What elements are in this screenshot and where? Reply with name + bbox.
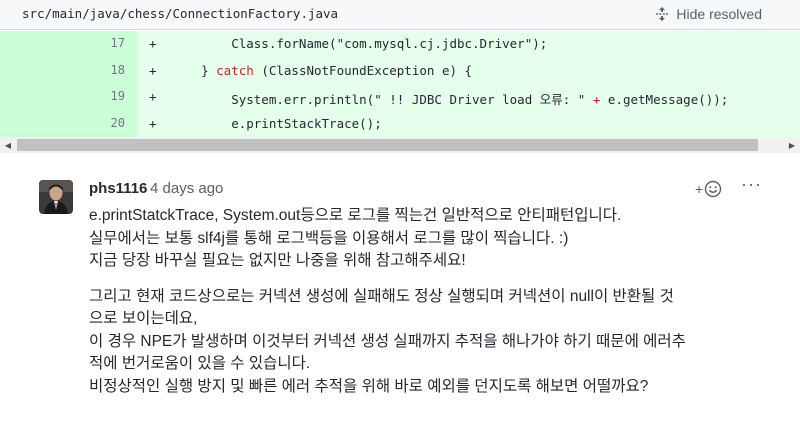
- diff-hunk: 17 + Class.forName("com.mysql.cj.jdbc.Dr…: [0, 31, 800, 137]
- diff-line: 19 + System.err.println(" !! JDBC Driver…: [0, 84, 800, 111]
- diff-line: 17 + Class.forName("com.mysql.cj.jdbc.Dr…: [0, 31, 800, 58]
- hide-resolved-button[interactable]: Hide resolved: [654, 4, 762, 24]
- review-comment: phs1116 4 days ago + ··· e.printStatckTr…: [0, 160, 800, 423]
- code-line: e.printStackTrace();: [171, 116, 382, 131]
- comment-line: 비정상적인 실행 방지 및 빠른 에러 추적을 위해 바로 예외를 던지도록 해…: [89, 377, 649, 395]
- comment-line: 그리고 현재 코드상으로는 커넥션 생성에 실패해도 정상 실행되며 커넥션이 …: [89, 287, 674, 305]
- code-line: System.err.println(" !! JDBC Driver load…: [171, 89, 728, 108]
- code-text: (ClassNotFoundException e) {: [253, 62, 473, 78]
- code-text: System.err.println(" !! JDBC Driver load…: [171, 92, 593, 107]
- addition-marker: +: [149, 115, 157, 131]
- comment-line: 이 경우 NPE가 발생하며 이것부터 커넥션 생성 실패까지 추적을 해나가야…: [89, 332, 686, 350]
- comment-author[interactable]: phs1116: [89, 180, 147, 197]
- avatar[interactable]: [39, 180, 73, 214]
- comment-timestamp[interactable]: 4 days ago: [150, 180, 223, 197]
- line-number[interactable]: 17: [95, 36, 125, 50]
- add-reaction-button[interactable]: +: [695, 178, 722, 200]
- comment-line: 지금 당장 바꾸실 필요는 없지만 나중을 위해 참고해주세요!: [89, 252, 466, 269]
- comment-body: e.printStatckTrace, System.out등으로 로그를 찍는…: [89, 205, 779, 398]
- line-number[interactable]: 18: [95, 63, 125, 77]
- code-line: } catch (ClassNotFoundException e) {: [171, 63, 472, 78]
- diff-line: 18 + } catch (ClassNotFoundException e) …: [0, 57, 800, 84]
- comment-line: e.printStatckTrace, System.out등으로 로그를 찍는…: [89, 207, 622, 224]
- scroll-left-arrow-icon[interactable]: ◀: [0, 137, 16, 153]
- comment-paragraph: 그리고 현재 코드상으로는 커넥션 생성에 실패해도 정상 실행되며 커넥션이 …: [89, 286, 779, 399]
- scrollbar-thumb[interactable]: [17, 139, 758, 151]
- horizontal-scrollbar[interactable]: ◀ ▶: [0, 137, 800, 153]
- line-number[interactable]: 20: [95, 116, 125, 130]
- code-text: e.getMessage());: [600, 92, 729, 107]
- comment-paragraph: e.printStatckTrace, System.out등으로 로그를 찍는…: [89, 205, 779, 273]
- comment-line: 으로 보이는데요,: [89, 310, 198, 327]
- addition-marker: +: [149, 36, 157, 51]
- addition-marker: +: [149, 62, 157, 78]
- kebab-menu-icon[interactable]: ···: [741, 174, 762, 195]
- avatar-image: [39, 180, 73, 214]
- smiley-icon: [704, 180, 722, 198]
- code-keyword: catch: [216, 62, 254, 78]
- comment-line: 적에 번거로움이 있을 수 있습니다.: [89, 355, 311, 372]
- code-text: }: [171, 62, 217, 78]
- diff-line: 20 + e.printStackTrace();: [0, 110, 800, 137]
- fold-icon: [656, 7, 669, 21]
- hide-resolved-label: Hide resolved: [676, 6, 762, 22]
- file-header: src/main/java/chess/ConnectionFactory.ja…: [0, 0, 800, 30]
- comment-line: 실무에서는 보통 slf4j를 통해 로그백등을 이용해서 로그를 많이 찍습니…: [89, 229, 569, 247]
- code-line: Class.forName("com.mysql.cj.jdbc.Driver"…: [171, 36, 547, 51]
- code-text: Class.forName("com.mysql.cj.jdbc.Driver"…: [171, 36, 548, 51]
- reaction-plus: +: [695, 181, 704, 197]
- addition-marker: +: [149, 89, 157, 104]
- file-path[interactable]: src/main/java/chess/ConnectionFactory.ja…: [22, 6, 338, 21]
- code-text: e.printStackTrace();: [171, 115, 382, 131]
- scroll-right-arrow-icon[interactable]: ▶: [784, 137, 800, 153]
- line-number[interactable]: 19: [95, 89, 125, 103]
